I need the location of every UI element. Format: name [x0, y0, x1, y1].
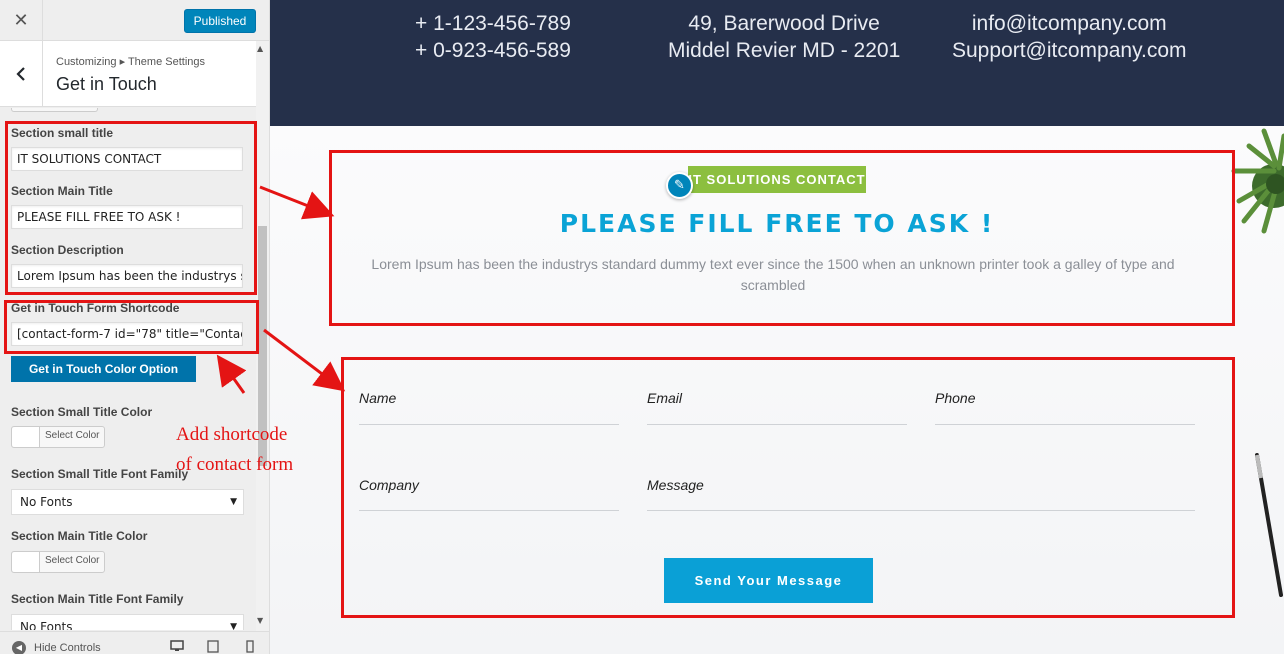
main-title-label: Section Main Title: [11, 184, 113, 198]
message-field[interactable]: Message: [647, 475, 1195, 511]
main-title-color-picker[interactable]: Select Color: [11, 551, 105, 573]
caret-down-icon: ▼: [230, 622, 237, 630]
shortcode-input[interactable]: [contact-form-7 id="78" title="Contact f…: [11, 322, 243, 346]
section-description: Lorem Ipsum has been the industrys stand…: [371, 256, 1175, 293]
color-option-button[interactable]: Get in Touch Color Option: [11, 356, 196, 382]
description-input[interactable]: Lorem Ipsum has been the industrys stand…: [11, 264, 243, 288]
address-line-2: Middel Revier MD - 2201: [668, 39, 901, 62]
phone-2: + 0-923-456-589: [415, 39, 571, 62]
section-small-title: IT SOLUTIONS CONTACT: [688, 166, 866, 193]
main-title-font-select[interactable]: No Fonts ▼: [11, 614, 244, 630]
phone-1: + 1-123-456-789: [415, 12, 571, 35]
hide-controls-button[interactable]: ◀ Hide Controls: [12, 641, 101, 654]
controls-list: Section small title IT SOLUTIONS CONTACT…: [0, 108, 256, 630]
tablet-icon[interactable]: [207, 640, 219, 654]
select-color-label: Select Color: [45, 555, 100, 566]
breadcrumb: Customizing ▸ Theme Settings: [56, 56, 205, 68]
small-title-color-label: Section Small Title Color: [11, 405, 153, 419]
phone-field[interactable]: Phone: [935, 388, 1195, 425]
back-button[interactable]: [0, 41, 43, 107]
small-title-font-select[interactable]: No Fonts ▼: [11, 489, 244, 515]
select-color-label: Select Color: [45, 430, 100, 441]
scrollbar-thumb[interactable]: [258, 226, 267, 466]
close-icon[interactable]: ✕: [0, 0, 43, 40]
customizer-footer: ◀ Hide Controls: [0, 631, 269, 654]
contact-info-bar: + 1-123-456-789 + 0-923-456-589 49, Bare…: [270, 0, 1284, 126]
company-field[interactable]: Company: [359, 475, 619, 511]
panel-title: Get in Touch: [56, 74, 157, 94]
mobile-icon[interactable]: [246, 640, 254, 654]
small-title-label: Section small title: [11, 126, 114, 140]
pencil-decoration: [1255, 453, 1283, 597]
edit-pencil-icon[interactable]: ✎: [666, 172, 693, 199]
company-placeholder: Company: [359, 477, 419, 493]
description-label: Section Description: [11, 243, 124, 257]
site-preview: + 1-123-456-789 + 0-923-456-589 49, Bare…: [270, 0, 1284, 654]
name-field[interactable]: Name: [359, 388, 619, 425]
main-title-input[interactable]: PLEASE FILL FREE TO ASK !: [11, 205, 243, 229]
color-swatch: [12, 552, 40, 572]
color-swatch: [12, 427, 40, 447]
main-title-font-value: No Fonts: [20, 620, 73, 630]
email-addresses: info@itcompany.com Support@itcompany.com: [952, 10, 1187, 64]
main-title-color-label: Section Main Title Color: [11, 529, 148, 543]
address-line-1: 49, Barerwood Drive: [688, 12, 880, 35]
email-1: info@itcompany.com: [971, 12, 1167, 35]
desktop-icon[interactable]: [170, 640, 184, 654]
email-2: Support@itcompany.com: [952, 39, 1187, 62]
collapse-icon: ◀: [12, 641, 26, 654]
phone-numbers: + 1-123-456-789 + 0-923-456-589: [415, 10, 571, 64]
send-message-button[interactable]: Send Your Message: [664, 558, 873, 603]
address: 49, Barerwood Drive Middel Revier MD - 2…: [668, 10, 900, 64]
message-placeholder: Message: [647, 477, 704, 493]
small-title-font-value: No Fonts: [20, 495, 73, 509]
email-field[interactable]: Email: [647, 388, 907, 425]
phone-placeholder: Phone: [935, 390, 976, 406]
name-placeholder: Name: [359, 390, 397, 406]
small-title-input[interactable]: IT SOLUTIONS CONTACT: [11, 147, 243, 171]
previous-control-button[interactable]: [11, 108, 98, 112]
scroll-down-icon[interactable]: ▼: [257, 616, 263, 625]
email-placeholder: Email: [647, 390, 683, 406]
small-title-font-label: Section Small Title Font Family: [11, 467, 189, 481]
main-title-font-label: Section Main Title Font Family: [11, 592, 184, 606]
small-title-color-picker[interactable]: Select Color: [11, 426, 105, 448]
section-main-title: PLEASE FILL FREE TO ASK !: [559, 209, 995, 238]
section-header: Customizing ▸ Theme Settings Get in Touc…: [0, 41, 256, 107]
shortcode-label: Get in Touch Form Shortcode: [11, 301, 180, 315]
customizer-header-bar: ✕ Published: [0, 0, 269, 41]
published-button[interactable]: Published: [184, 9, 256, 33]
chevron-left-icon: [16, 67, 25, 81]
caret-down-icon: ▼: [230, 497, 237, 507]
scroll-up-icon[interactable]: ▲: [257, 44, 263, 53]
customizer-sidebar: ✕ Published Customizing ▸ Theme Settings…: [0, 0, 270, 654]
hide-controls-label: Hide Controls: [34, 642, 101, 654]
